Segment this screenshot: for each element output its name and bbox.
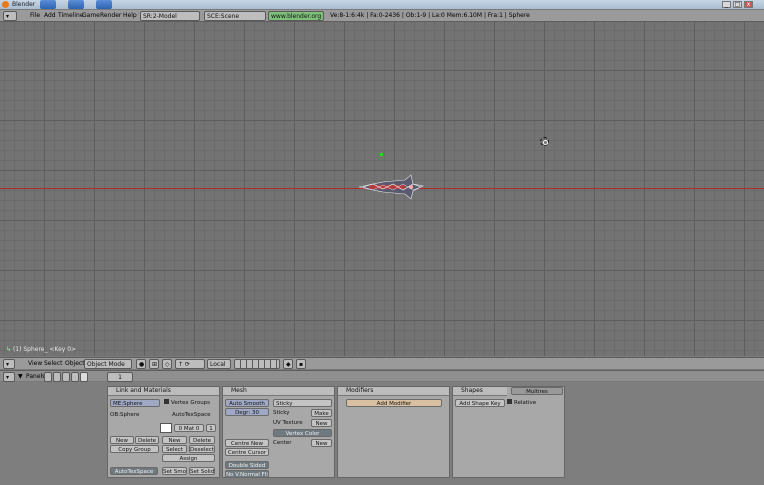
panel-shapes: Shapes Multires Add Shape Key Relative — [452, 386, 565, 478]
editing-tab-icon[interactable] — [80, 372, 88, 382]
editor-type-icon[interactable]: ▾ — [3, 11, 17, 21]
add-shape-key-button[interactable]: Add Shape Key — [455, 399, 505, 407]
centre-cursor-button[interactable]: Centre Cursor — [225, 448, 269, 456]
material-index-field[interactable]: 0 Mat 0 — [174, 424, 204, 432]
vertex-groups-text: Vertex Groups — [171, 400, 211, 406]
vgroup-new-button[interactable]: New — [110, 436, 134, 444]
draw-type-icon[interactable]: ● — [136, 359, 146, 369]
sticky-field[interactable]: Sticky — [273, 399, 332, 407]
set-solid-button[interactable]: Set Solid — [189, 467, 215, 475]
degr-field[interactable]: Degr: 30 — [225, 408, 269, 416]
blender-logo-icon — [2, 1, 9, 8]
window-title: Blender — [12, 1, 36, 8]
panel-title[interactable]: Modifiers — [338, 387, 449, 396]
close-icon[interactable]: x — [744, 1, 753, 8]
menu-file[interactable]: File — [28, 11, 42, 21]
copy-group-button[interactable]: Copy Group — [110, 445, 159, 453]
engine-link[interactable]: www.blender.org 249 — [268, 11, 324, 21]
uv-texture-new-button[interactable]: New — [311, 419, 332, 427]
center-label: Center — [273, 440, 292, 446]
object-tab-icon[interactable] — [71, 372, 79, 382]
panel-mesh: Mesh Auto Smooth Degr: 30 Sticky Sticky … — [222, 386, 335, 478]
add-modifier-button[interactable]: Add Modifier — [346, 399, 442, 407]
sticky-make-button[interactable]: Make — [311, 409, 332, 417]
maximize-icon[interactable]: □ — [733, 1, 742, 8]
shading-tab-icon[interactable] — [62, 372, 70, 382]
material-color-swatch[interactable] — [160, 423, 172, 433]
lamp-icon[interactable] — [380, 153, 383, 156]
3d-cursor-icon[interactable] — [540, 137, 549, 146]
mesh-datablock-field[interactable]: ME:Sphere — [110, 399, 160, 407]
panel-link-materials: Link and Materials ME:Sphere Vertex Grou… — [107, 386, 220, 478]
taskbar-shortcut-icon[interactable] — [68, 0, 84, 9]
transform-widget-icon[interactable]: ↑ ⟳ — [175, 359, 205, 369]
vertex-color-field[interactable]: Vertex Color — [273, 429, 332, 437]
frame-field[interactable]: 1 — [107, 372, 133, 382]
taskbar-shortcut-icon[interactable] — [96, 0, 112, 9]
autotexspace-button[interactable]: AutoTexSpace — [110, 467, 158, 475]
uv-texture-label: UV Texture — [273, 420, 303, 426]
checkbox-icon[interactable] — [507, 399, 512, 404]
window-titlebar: Blender _ □ x — [0, 0, 764, 9]
lock-icon[interactable]: ◆ — [283, 359, 293, 369]
material-slot-field[interactable]: 1 — [206, 424, 216, 432]
viewport-object-label: ↳ (1) Sphere_ <Key 0> — [6, 346, 76, 353]
auto-texspace-label: AutoTexSpace — [172, 412, 211, 418]
screen-selector[interactable]: SR:2-Model — [140, 11, 200, 21]
logic-tab-icon[interactable] — [44, 372, 52, 382]
tab-multires[interactable]: Multires — [511, 387, 563, 395]
panel-title[interactable]: Mesh — [223, 387, 334, 396]
buttons-area: Link and Materials ME:Sphere Vertex Grou… — [0, 382, 764, 485]
minimize-icon[interactable]: _ — [722, 1, 731, 8]
menu-object[interactable]: Object — [63, 359, 87, 369]
editor-type-icon[interactable]: ▾ — [3, 359, 15, 369]
sticky-label: Sticky — [273, 410, 290, 416]
pivot-icon[interactable]: ◇ — [162, 359, 172, 369]
render-view-icon[interactable]: ▪ — [296, 359, 306, 369]
scene-stats: Ve:8-1:6:4k | Fa:0-2436 | Ob:1-9 | La:0 … — [330, 12, 530, 19]
auto-smooth-toggle[interactable]: Auto Smooth — [225, 399, 269, 407]
viewport-header: ▾ View Select Object Object Mode ● ⊞ ◇ ↑… — [0, 357, 764, 369]
sphere-mesh-object[interactable] — [355, 172, 427, 202]
material-delete-button[interactable]: Delete — [189, 436, 215, 444]
checkbox-icon[interactable] — [164, 399, 169, 404]
layer-grid-icon[interactable] — [234, 359, 280, 369]
info-header: ▾ File Add Timeline Game Render Help SR:… — [0, 10, 764, 22]
material-assign-button[interactable]: Assign — [162, 454, 215, 462]
set-smooth-button[interactable]: Set Smooth — [162, 467, 187, 475]
script-tab-icon[interactable] — [53, 372, 61, 382]
material-new-button[interactable]: New — [162, 436, 187, 444]
vertex-groups-label: Vertex Groups — [164, 399, 210, 407]
axis-widget-icon: ↳ — [6, 346, 12, 353]
orientation-selector[interactable]: Local — [207, 359, 231, 369]
double-sided-toggle[interactable]: Double Sided — [225, 461, 269, 469]
panel-title[interactable]: Link and Materials — [108, 387, 219, 396]
3d-viewport[interactable]: ↳ (1) Sphere_ <Key 0> — [0, 22, 764, 356]
vgroup-delete-button[interactable]: Delete — [135, 436, 159, 444]
relative-label: Relative — [514, 400, 537, 406]
material-select-button[interactable]: Select — [162, 445, 187, 453]
editor-type-icon[interactable]: ▾ — [3, 372, 15, 382]
panel-title[interactable]: Shapes — [453, 387, 507, 396]
mode-selector[interactable]: Object Mode — [84, 359, 132, 369]
menu-help[interactable]: Help — [121, 11, 139, 21]
buttons-header: ▾ ▼ Panels 1 — [0, 370, 764, 382]
scene-selector[interactable]: SCE:Scene — [204, 11, 266, 21]
menu-select[interactable]: Select — [42, 359, 65, 369]
menu-render[interactable]: Render — [98, 11, 123, 21]
vertex-color-new-button[interactable]: New — [311, 439, 332, 447]
taskbar-shortcut-icon[interactable] — [40, 0, 56, 9]
view-icon[interactable]: ⊞ — [149, 359, 159, 369]
object-name-label: (1) Sphere_ <Key 0> — [12, 346, 77, 353]
material-deselect-button[interactable]: Deselect — [189, 445, 215, 453]
panel-modifiers: Modifiers Add Modifier — [337, 386, 450, 478]
object-name-field[interactable]: OB:Sphere — [110, 411, 139, 419]
relative-toggle[interactable]: Relative — [507, 399, 536, 407]
no-vnormal-flip-toggle[interactable]: No V.Normal Flip — [225, 470, 269, 478]
centre-new-button[interactable]: Centre New — [225, 439, 269, 447]
